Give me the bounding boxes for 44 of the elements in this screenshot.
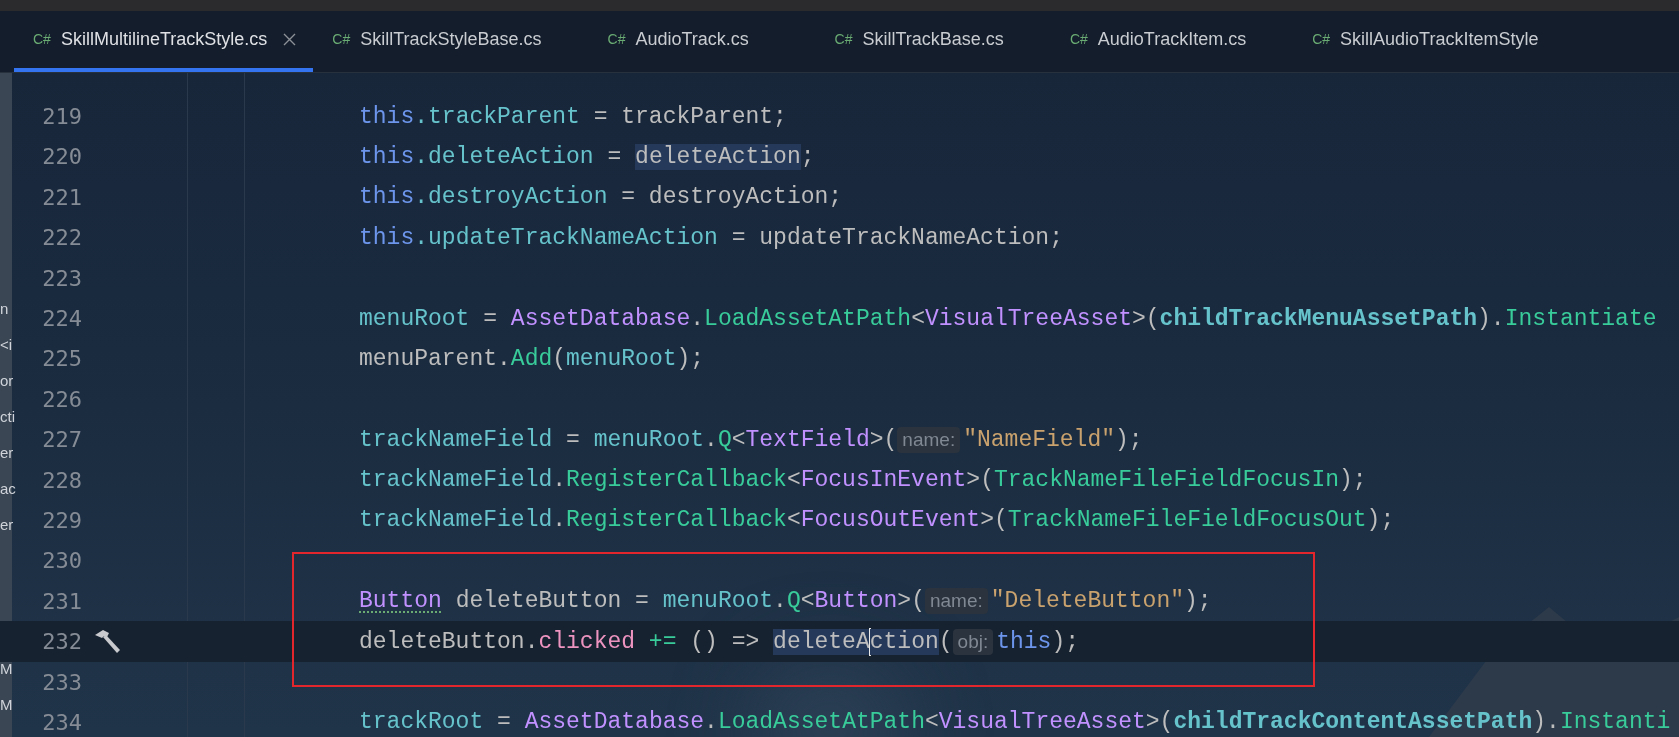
- line-number: 228: [41, 466, 82, 495]
- code-line: trackRoot = AssetDatabase.LoadAssetAtPath<VisualTreeAsset>(childTrackContentAssetPath).Instanti: [359, 708, 1671, 737]
- panel-text: M: [0, 696, 13, 714]
- line-number: 225: [41, 345, 82, 374]
- panel-text: or: [0, 372, 14, 390]
- code-line: this.updateTrackNameAction = updateTrackNameAction;: [359, 223, 1063, 253]
- hammer-icon[interactable]: [93, 628, 121, 655]
- code-line: this.trackParent = trackParent;: [359, 102, 787, 132]
- line-number: 230: [41, 547, 82, 576]
- code-line: trackNameField.RegisterCallback<FocusOutEvent>(TrackNameFileFieldFocusOut);: [359, 506, 1395, 536]
- code-line: menuParent.Add(menuRoot);: [359, 344, 705, 374]
- line-number: 234: [41, 708, 82, 737]
- panel-text: n: [0, 300, 9, 318]
- line-number: 229: [41, 507, 82, 535]
- line-number: 227: [41, 426, 82, 455]
- line-number: 222: [41, 224, 82, 253]
- line-number: 224: [41, 305, 82, 334]
- panel-text: er: [0, 516, 14, 534]
- panel-text: ac: [0, 480, 16, 498]
- code-line: trackNameField.RegisterCallback<FocusInEvent>(TrackNameFileFieldFocusIn);: [359, 466, 1367, 496]
- line-number: 232: [41, 628, 82, 657]
- panel-text: er: [0, 444, 14, 462]
- line-number: 233: [41, 668, 82, 697]
- close-icon[interactable]: [283, 33, 297, 46]
- editor-tab[interactable]: C# SkillTrackBase.cs: [815, 11, 1051, 72]
- editor-tab[interactable]: C# SkillAudioTrackItemStyle: [1293, 11, 1586, 72]
- code-line: deleteButton.clicked += () => deleteAction( obj: this);: [359, 626, 1080, 657]
- editor-tab[interactable]: C# AudioTrackItem.cs: [1050, 11, 1294, 72]
- code-line: trackNameField = menuRoot.Q<TextField>( name: "NameField");: [359, 425, 1143, 455]
- editor-tab[interactable]: C# AudioTrack.cs: [588, 11, 816, 72]
- line-number: 219: [41, 103, 82, 132]
- panel-text: <i: [0, 336, 13, 354]
- panel-text: cti: [0, 408, 15, 426]
- line-number: 231: [41, 587, 82, 616]
- line-number: 226: [41, 385, 82, 414]
- line-number: 220: [41, 143, 82, 172]
- panel-text: M: [0, 660, 13, 678]
- code-line: Button deleteButton = menuRoot.Q<Button>( name: "DeleteButton");: [359, 587, 1212, 617]
- line-number: 221: [41, 183, 82, 212]
- code-line: menuRoot = AssetDatabase.LoadAssetAtPath<VisualTreeAsset>(childTrackMenuAssetPath).Instantiate: [359, 304, 1657, 334]
- code-line: this.deleteAction = deleteAction;: [359, 142, 815, 172]
- editor-tab[interactable]: C# SkillTrackStyleBase.cs: [313, 11, 589, 72]
- line-number: 223: [41, 264, 82, 293]
- code-line: this.destroyAction = destroyAction;: [359, 183, 843, 213]
